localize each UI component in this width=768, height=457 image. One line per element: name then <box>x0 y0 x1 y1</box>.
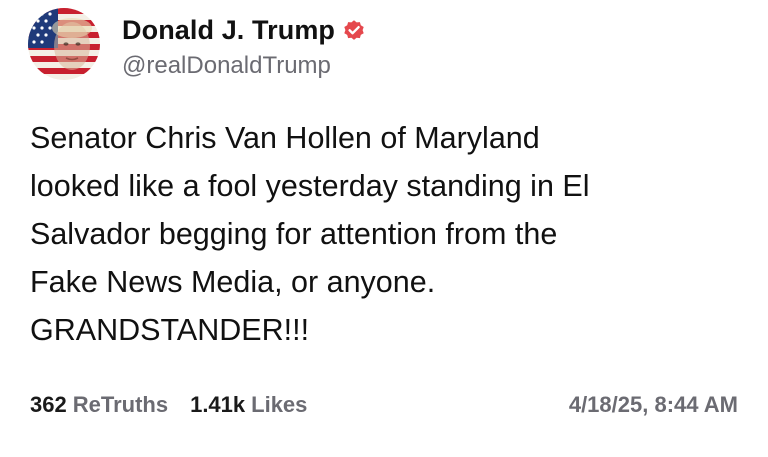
post-card: Donald J. Trump @realDonaldTrump Senator… <box>0 0 768 457</box>
post-stats: 362 ReTruths 1.41k Likes <box>30 392 329 418</box>
author-avatar[interactable] <box>28 8 100 80</box>
author-info: Donald J. Trump @realDonaldTrump <box>122 10 366 80</box>
post-body-line: looked like a fool yesterday standing in… <box>30 169 590 203</box>
author-display-name[interactable]: Donald J. Trump <box>122 15 335 46</box>
avatar-image <box>28 8 100 80</box>
verified-badge-icon <box>342 18 366 42</box>
likes-stat[interactable]: 1.41k Likes <box>190 392 307 418</box>
post-body-line: GRANDSTANDER!!! <box>30 313 310 347</box>
retruths-count: 362 <box>30 392 67 417</box>
post-body-line: Fake News Media, or anyone. <box>30 265 436 299</box>
retruths-stat[interactable]: 362 ReTruths <box>30 392 168 418</box>
retruths-label: ReTruths <box>72 392 169 417</box>
post-timestamp[interactable]: 4/18/25, 8:44 AM <box>569 392 738 418</box>
post-body: Senator Chris Van Hollen of Maryland loo… <box>30 114 750 354</box>
likes-label: Likes <box>251 392 308 417</box>
likes-count: 1.41k <box>190 392 246 417</box>
post-body-line: Senator Chris Van Hollen of Maryland <box>30 121 540 155</box>
post-body-line: Salvador begging for attention from the <box>30 217 558 251</box>
author-name-row: Donald J. Trump <box>122 10 366 50</box>
author-handle[interactable]: @realDonaldTrump <box>122 52 366 80</box>
